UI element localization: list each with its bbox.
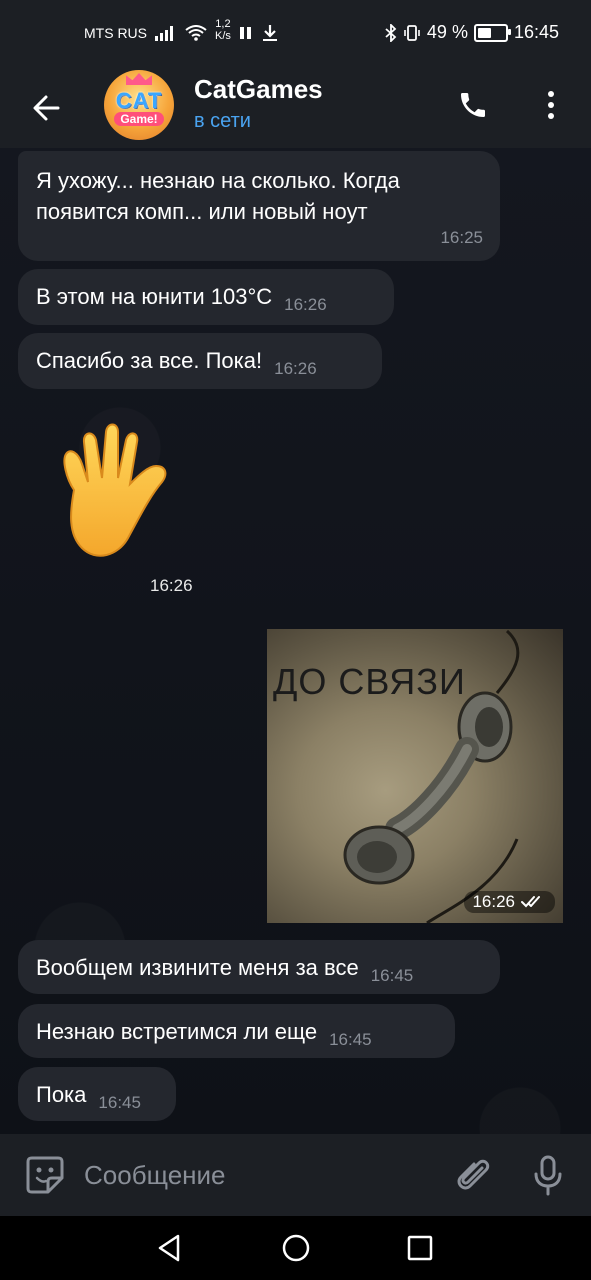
paperclip-icon[interactable]: [452, 1154, 494, 1196]
microphone-icon[interactable]: [527, 1154, 569, 1196]
message-time: 16:25: [440, 228, 483, 247]
message-text: Пока: [36, 1082, 87, 1107]
photo-time: 16:26: [472, 892, 515, 911]
nav-recent-icon[interactable]: [402, 1230, 438, 1266]
avatar-logo-line2: Game!: [114, 112, 164, 126]
back-button[interactable]: [22, 84, 70, 132]
sticker-smile-icon[interactable]: [24, 1154, 66, 1196]
sticker-time: 16:26: [150, 576, 193, 595]
pause-icon: [239, 27, 251, 39]
message-text: Я ухожу... незнаю на сколько. Когда появ…: [36, 168, 400, 224]
message-time: 16:45: [370, 966, 414, 985]
message-input[interactable]: [82, 1152, 436, 1198]
waving-hand-sticker[interactable]: [52, 420, 184, 568]
bluetooth-icon: [385, 23, 397, 42]
message-text: Спасибо за все. Пока!: [36, 348, 263, 373]
message-text: Незнаю встретимся ли еще: [36, 1019, 318, 1044]
network-speed: 1,2 K/s: [215, 18, 231, 42]
message-bubble[interactable]: Вообщем извините меня за все 16:45: [18, 940, 500, 994]
network-speed-value: 1,2: [215, 18, 231, 30]
message-text: Вообщем извините меня за все: [36, 955, 359, 980]
network-speed-unit: K/s: [215, 30, 231, 42]
more-options-button[interactable]: [530, 82, 572, 128]
message-time: 16:26: [284, 295, 327, 314]
system-nav-bar: [0, 1216, 591, 1280]
download-icon: [262, 25, 277, 41]
message-bubble[interactable]: Я ухожу... незнаю на сколько. Когда появ…: [18, 151, 500, 261]
message-bubble[interactable]: В этом на юнити 103°C 16:26: [18, 269, 394, 325]
clock: 16:45: [513, 22, 559, 42]
nav-home-icon[interactable]: [278, 1230, 314, 1266]
double-check-read-icon: [521, 896, 540, 908]
battery-icon: [473, 23, 511, 42]
signal-icon: [155, 26, 173, 41]
message-bubble[interactable]: Пока 16:45: [18, 1067, 176, 1121]
photo-message[interactable]: ДО СВЯЗИ 16:26: [267, 629, 563, 923]
message-time: 16:26: [274, 359, 317, 378]
message-input-bar: [0, 1134, 591, 1216]
battery-percent: 49 %: [426, 22, 468, 42]
carrier-label: MTS RUS: [84, 25, 147, 41]
call-button[interactable]: [450, 82, 496, 128]
telephone-handset-image: [343, 629, 520, 923]
message-bubble[interactable]: Незнаю встретимся ли еще 16:45: [18, 1004, 455, 1058]
battery-level-fill: [477, 27, 491, 38]
nav-back-icon[interactable]: [152, 1230, 188, 1266]
arrow-left-icon: [33, 95, 60, 121]
crown-icon: [126, 73, 152, 85]
chat-title[interactable]: CatGames: [194, 74, 323, 105]
photo-time-badge: 16:26: [464, 891, 555, 913]
more-vertical-icon: [548, 91, 554, 119]
phone-icon: [461, 93, 485, 117]
vibrate-icon: [404, 24, 420, 41]
message-bubble[interactable]: Спасибо за все. Пока! 16:26: [18, 333, 382, 389]
message-text: В этом на юнити 103°C: [36, 284, 273, 309]
wifi-icon: [185, 25, 207, 41]
avatar[interactable]: CAT Game!: [104, 70, 174, 140]
avatar-logo-line1: CAT: [115, 88, 163, 113]
chat-header: CAT Game! CatGames в сети: [0, 68, 591, 148]
online-status: в сети: [194, 110, 251, 132]
status-bar: MTS RUS 1,2 K/s 49 % 16:45: [0, 0, 591, 68]
message-time: 16:45: [98, 1093, 141, 1112]
message-time: 16:45: [329, 1030, 372, 1049]
